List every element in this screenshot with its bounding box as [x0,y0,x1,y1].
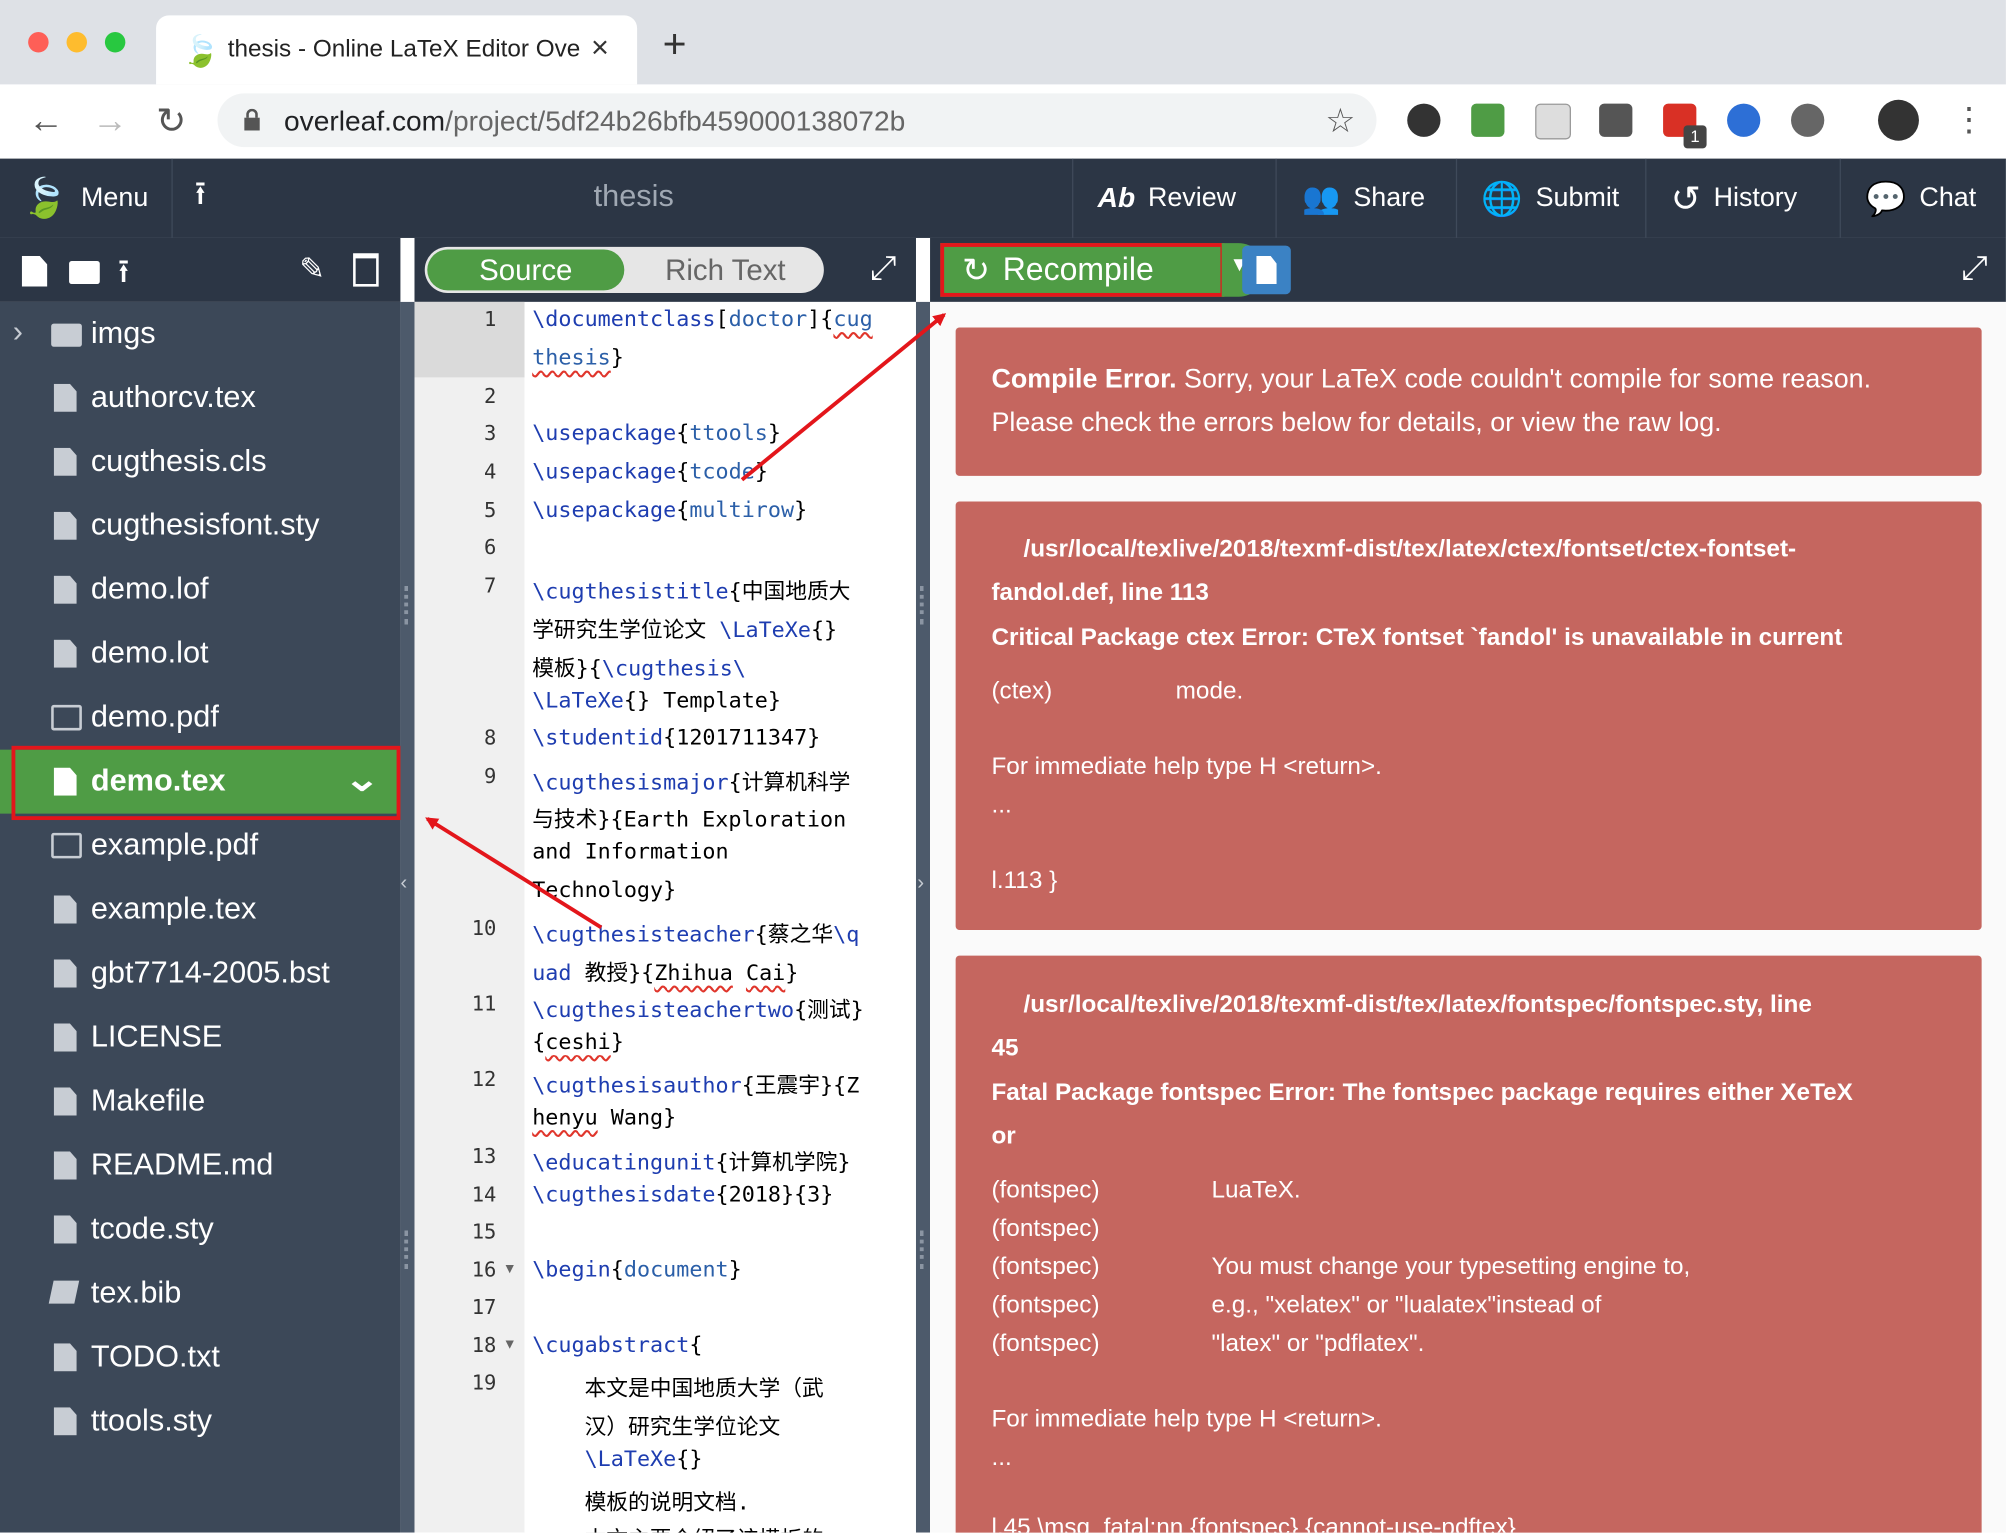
arrow-to-recompile [740,313,947,482]
annotation-arrows [425,313,947,930]
arrow-to-demo-tex [425,817,603,930]
